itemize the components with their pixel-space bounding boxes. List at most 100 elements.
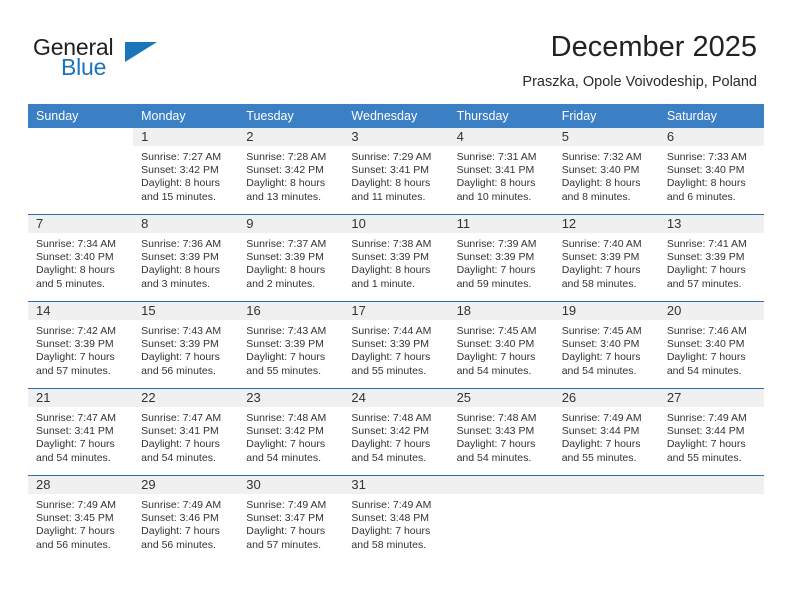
calendar-day-cell[interactable]: 8 Sunrise: 7:36 AM Sunset: 3:39 PM Daylight…: [133, 214, 239, 302]
calendar-day-cell[interactable]: 25 Sunrise: 7:48 AM Sunset: 3:43 PM Dayligh…: [448, 388, 554, 476]
day-daylight1-text: Daylight: 7 hours: [456, 438, 536, 451]
calendar-day-cell[interactable]: 1 Sunrise: 7:27 AM Sunset: 3:42 PM Daylight…: [133, 128, 239, 215]
calendar-day-cell[interactable]: 26 Sunrise: 7:49 AM Sunset: 3:44 PM Dayligh…: [553, 388, 659, 476]
day-daylight1-text: Daylight: 7 hours: [456, 264, 536, 277]
day-cell-inner: 21 Sunrise: 7:47 AM Sunset: 3:41 PM Dayligh…: [28, 389, 134, 475]
calendar-day-cell[interactable]: 14 Sunrise: 7:42 AM Sunset: 3:39 PM Dayligh…: [28, 301, 134, 389]
calendar-day-cell[interactable]: 6 Sunrise: 7:33 AM Sunset: 3:40 PM Daylight…: [658, 128, 764, 215]
day-daylight2-text: and 54 minutes.: [246, 451, 321, 464]
day-sunset-text: Sunset: 3:40 PM: [456, 338, 535, 351]
calendar-day-cell[interactable]: 9 Sunrise: 7:37 AM Sunset: 3:39 PM Daylight…: [238, 214, 344, 302]
day-cell-inner: 1 Sunrise: 7:27 AM Sunset: 3:42 PM Daylight…: [133, 128, 239, 214]
calendar-day-cell[interactable]: 23 Sunrise: 7:48 AM Sunset: 3:42 PM Dayligh…: [238, 388, 344, 476]
day-sunset-text: Sunset: 3:39 PM: [561, 251, 640, 264]
weekday-header-friday: Friday: [553, 104, 659, 128]
day-details: Sunrise: 7:49 AM Sunset: 3:47 PM Daylight:…: [238, 494, 343, 552]
day-daylight2-text: and 54 minutes.: [351, 451, 427, 464]
calendar-day-cell[interactable]: 3 Sunrise: 7:29 AM Sunset: 3:41 PM Daylight…: [343, 128, 449, 215]
calendar-table: Sunday Monday Tuesday Wednesday Thursday…: [28, 104, 764, 562]
day-daylight2-text: and 55 minutes.: [561, 451, 637, 464]
calendar-day-cell[interactable]: 27 Sunrise: 7:49 AM Sunset: 3:44 PM Dayligh…: [658, 388, 764, 476]
calendar-day-cell[interactable]: 31 Sunrise: 7:49 AM Sunset: 3:48 PM Dayligh…: [343, 475, 449, 562]
calendar-week-row: 7 Sunrise: 7:34 AM Sunset: 3:40 PM Daylight…: [28, 214, 764, 302]
day-daylight2-text: and 55 minutes.: [666, 451, 742, 464]
day-daylight1-text: Daylight: 8 hours: [456, 177, 536, 190]
day-daylight1-text: Daylight: 8 hours: [36, 264, 115, 277]
calendar-day-cell[interactable]: 15 Sunrise: 7:43 AM Sunset: 3:39 PM Dayligh…: [133, 301, 239, 389]
day-details: Sunrise: 7:29 AM Sunset: 3:41 PM Daylight:…: [343, 146, 448, 204]
day-number: 19: [553, 302, 659, 320]
calendar-day-cell[interactable]: 28 Sunrise: 7:49 AM Sunset: 3:45 PM Dayligh…: [28, 475, 134, 562]
calendar-day-cell[interactable]: 17 Sunrise: 7:44 AM Sunset: 3:39 PM Dayligh…: [343, 301, 449, 389]
day-daylight2-text: and 56 minutes.: [141, 364, 216, 377]
day-number: 18: [448, 302, 554, 320]
calendar-body: 1 Sunrise: 7:27 AM Sunset: 3:42 PM Daylight…: [28, 128, 764, 562]
day-sunset-text: Sunset: 3:41 PM: [351, 164, 430, 177]
day-details: Sunrise: 7:28 AM Sunset: 3:42 PM Daylight:…: [238, 146, 343, 204]
day-sunset-text: Sunset: 3:47 PM: [246, 512, 324, 525]
day-daylight2-text: and 55 minutes.: [351, 364, 427, 377]
calendar-week-row: 14 Sunrise: 7:42 AM Sunset: 3:39 PM Dayligh…: [28, 301, 764, 389]
day-details: Sunrise: 7:36 AM Sunset: 3:39 PM Daylight:…: [133, 233, 238, 291]
day-sunset-text: Sunset: 3:44 PM: [666, 425, 745, 438]
day-number: 28: [28, 476, 134, 494]
day-details: Sunrise: 7:38 AM Sunset: 3:39 PM Daylight:…: [343, 233, 448, 291]
calendar-day-cell[interactable]: 29 Sunrise: 7:49 AM Sunset: 3:46 PM Dayligh…: [133, 475, 239, 562]
day-cell-inner: 7 Sunrise: 7:34 AM Sunset: 3:40 PM Daylight…: [28, 215, 134, 301]
day-daylight2-text: and 54 minutes.: [456, 451, 532, 464]
day-cell-inner: 5 Sunrise: 7:32 AM Sunset: 3:40 PM Daylight…: [553, 128, 659, 214]
calendar-day-cell[interactable]: 2 Sunrise: 7:28 AM Sunset: 3:42 PM Daylight…: [238, 128, 344, 215]
day-daylight1-text: Daylight: 8 hours: [351, 264, 431, 277]
day-cell-inner: 22 Sunrise: 7:47 AM Sunset: 3:41 PM Dayligh…: [133, 389, 239, 475]
day-details: Sunrise: 7:48 AM Sunset: 3:43 PM Daylight:…: [449, 407, 554, 465]
calendar-day-cell[interactable]: 7 Sunrise: 7:34 AM Sunset: 3:40 PM Daylight…: [28, 214, 134, 302]
day-details: Sunrise: 7:46 AM Sunset: 3:40 PM Daylight:…: [659, 320, 764, 378]
calendar-day-cell[interactable]: 10 Sunrise: 7:38 AM Sunset: 3:39 PM Dayligh…: [343, 214, 449, 302]
calendar-day-cell[interactable]: 24 Sunrise: 7:48 AM Sunset: 3:42 PM Dayligh…: [343, 388, 449, 476]
calendar-day-cell[interactable]: 21 Sunrise: 7:47 AM Sunset: 3:41 PM Dayligh…: [28, 388, 134, 476]
day-cell-inner: 26 Sunrise: 7:49 AM Sunset: 3:44 PM Dayligh…: [553, 389, 659, 475]
day-sunrise-text: Sunrise: 7:38 AM: [351, 238, 432, 250]
calendar-day-cell[interactable]: 20 Sunrise: 7:46 AM Sunset: 3:40 PM Dayligh…: [658, 301, 764, 389]
day-sunrise-text: Sunrise: 7:44 AM: [351, 325, 432, 337]
day-number: [658, 476, 764, 494]
calendar-day-cell[interactable]: 19 Sunrise: 7:45 AM Sunset: 3:40 PM Dayligh…: [553, 301, 659, 389]
calendar-day-cell[interactable]: 13 Sunrise: 7:41 AM Sunset: 3:39 PM Dayligh…: [658, 214, 764, 302]
day-number: 8: [133, 215, 239, 233]
day-daylight2-text: and 58 minutes.: [351, 538, 427, 551]
day-daylight1-text: Daylight: 7 hours: [561, 351, 641, 364]
logo-flag-icon: [125, 42, 157, 62]
calendar-day-cell[interactable]: 18 Sunrise: 7:45 AM Sunset: 3:40 PM Dayligh…: [448, 301, 554, 389]
day-sunset-text: Sunset: 3:39 PM: [141, 251, 219, 264]
day-sunrise-text: Sunrise: 7:46 AM: [666, 325, 747, 337]
day-number: 1: [133, 128, 239, 146]
calendar-day-cell[interactable]: 5 Sunrise: 7:32 AM Sunset: 3:40 PM Daylight…: [553, 128, 659, 215]
calendar-day-cell[interactable]: 11 Sunrise: 7:39 AM Sunset: 3:39 PM Dayligh…: [448, 214, 554, 302]
day-sunrise-text: Sunrise: 7:41 AM: [666, 238, 747, 250]
day-daylight1-text: Daylight: 8 hours: [141, 264, 220, 277]
day-daylight1-text: Daylight: 8 hours: [246, 264, 326, 277]
day-sunset-text: Sunset: 3:40 PM: [666, 338, 745, 351]
day-sunrise-text: Sunrise: 7:42 AM: [36, 325, 116, 337]
day-sunset-text: Sunset: 3:43 PM: [456, 425, 535, 438]
calendar-day-cell[interactable]: 30 Sunrise: 7:49 AM Sunset: 3:47 PM Dayligh…: [238, 475, 344, 562]
calendar-day-cell[interactable]: 16 Sunrise: 7:43 AM Sunset: 3:39 PM Dayligh…: [238, 301, 344, 389]
day-sunrise-text: Sunrise: 7:45 AM: [456, 325, 537, 337]
day-number: 29: [133, 476, 239, 494]
calendar-day-cell[interactable]: 22 Sunrise: 7:47 AM Sunset: 3:41 PM Dayligh…: [133, 388, 239, 476]
day-cell-inner: 28 Sunrise: 7:49 AM Sunset: 3:45 PM Dayligh…: [28, 476, 134, 562]
calendar-day-cell[interactable]: 12 Sunrise: 7:40 AM Sunset: 3:39 PM Dayligh…: [553, 214, 659, 302]
day-cell-inner: 14 Sunrise: 7:42 AM Sunset: 3:39 PM Dayligh…: [28, 302, 134, 388]
day-sunset-text: Sunset: 3:42 PM: [351, 425, 430, 438]
page-header: General Blue December 2025 Praszka, Opol…: [0, 0, 792, 100]
day-sunrise-text: Sunrise: 7:28 AM: [246, 151, 327, 163]
calendar-day-cell[interactable]: 4 Sunrise: 7:31 AM Sunset: 3:41 PM Daylight…: [448, 128, 554, 215]
day-details: Sunrise: 7:47 AM Sunset: 3:41 PM Daylight:…: [28, 407, 133, 465]
day-number: 12: [553, 215, 659, 233]
day-number: 30: [238, 476, 344, 494]
day-sunrise-text: Sunrise: 7:48 AM: [246, 412, 327, 424]
day-number: 27: [658, 389, 764, 407]
day-sunset-text: Sunset: 3:42 PM: [246, 425, 324, 438]
day-cell-inner: 24 Sunrise: 7:48 AM Sunset: 3:42 PM Dayligh…: [343, 389, 449, 475]
day-sunset-text: Sunset: 3:39 PM: [246, 338, 324, 351]
